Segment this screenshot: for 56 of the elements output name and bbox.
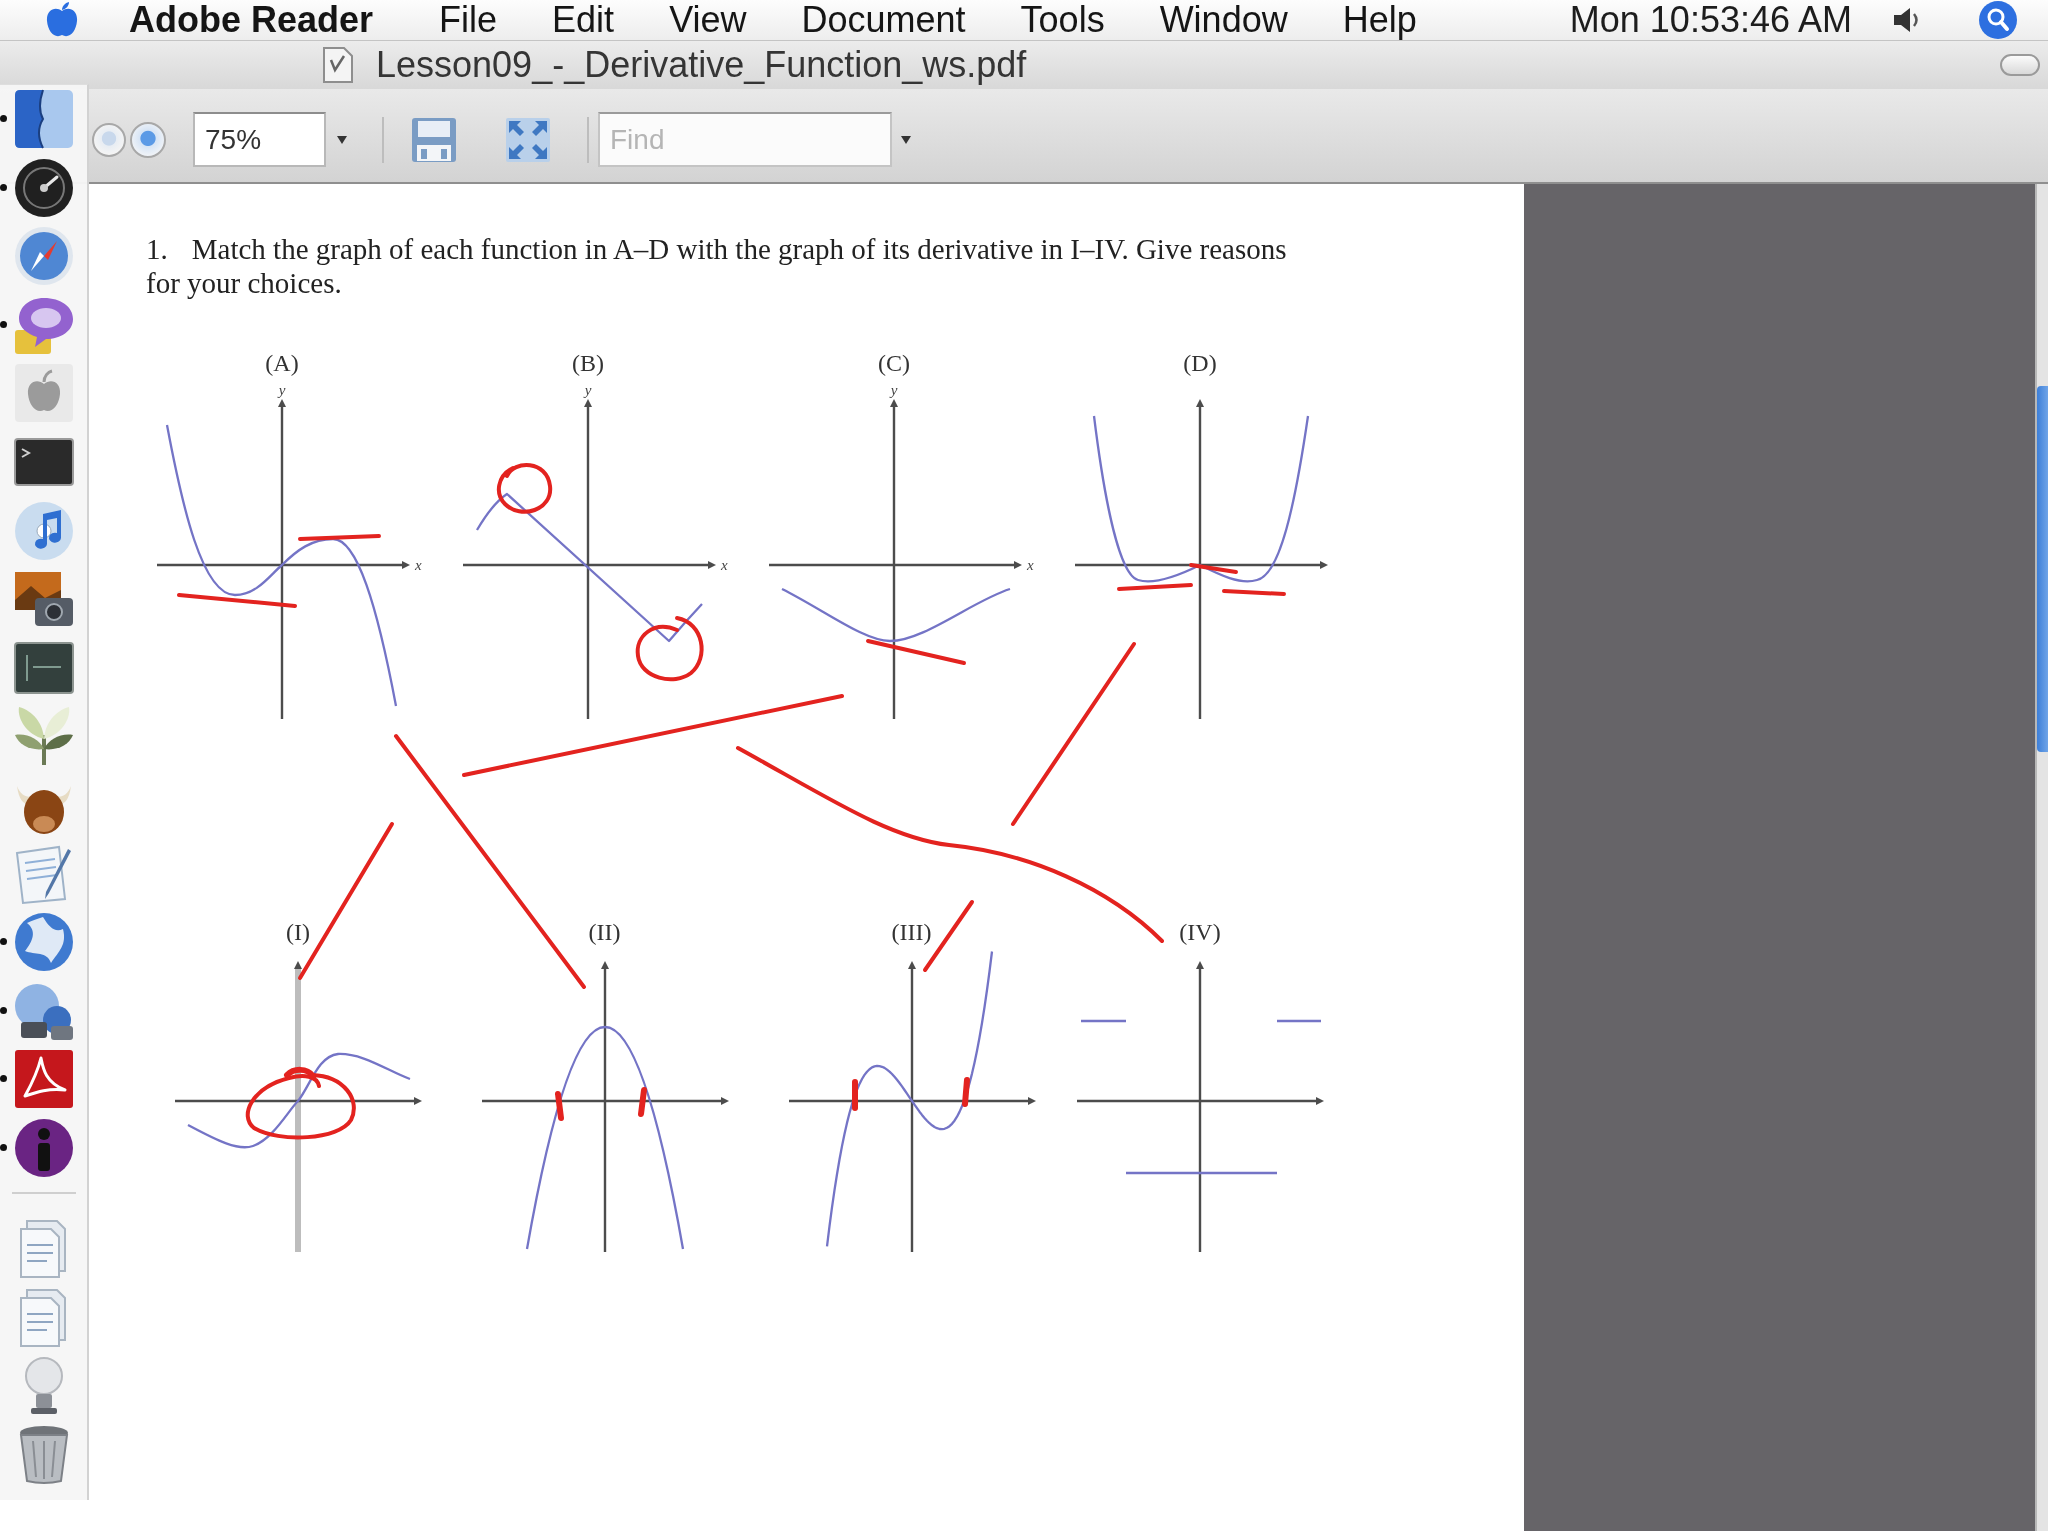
scrollbar-thumb[interactable] xyxy=(2037,386,2048,752)
menu-item[interactable]: Help xyxy=(1342,0,1417,40)
menu-item[interactable]: Tools xyxy=(1020,0,1105,40)
app-menu[interactable]: Adobe Reader xyxy=(129,0,374,40)
pen-tick xyxy=(962,1077,970,1107)
axis-label: x xyxy=(721,557,728,573)
pen-loop xyxy=(496,463,553,514)
graph-label: (III) xyxy=(891,918,932,947)
save-icon[interactable] xyxy=(411,116,457,163)
forward-button[interactable] xyxy=(130,121,166,158)
axis-label: y xyxy=(890,382,898,398)
search-icon[interactable] xyxy=(1978,1,2018,39)
caret-icon[interactable] xyxy=(901,135,911,144)
graph-label: (C) xyxy=(878,349,910,378)
menu-item[interactable]: Window xyxy=(1159,0,1288,40)
caret-icon[interactable] xyxy=(337,135,347,144)
apple-icon[interactable] xyxy=(12,362,75,425)
question-text: 1. Match the graph of each function in A–D with the graph of its derivative in I–IV. Give reasons for your choices. xyxy=(146,232,1288,300)
graph-label: (I) xyxy=(286,918,310,947)
gauge-icon[interactable] xyxy=(12,156,75,219)
compass-icon[interactable] xyxy=(12,225,75,288)
toolbar-toggle-button[interactable] xyxy=(2000,54,2040,76)
info-icon[interactable] xyxy=(12,1116,75,1179)
axis-label: x xyxy=(415,557,422,573)
pen-stroke xyxy=(1189,563,1238,574)
graph-label: (A) xyxy=(265,349,299,378)
graph-label: (B) xyxy=(572,349,604,378)
axis-label: y xyxy=(278,382,286,398)
menu-item[interactable]: View xyxy=(669,0,747,40)
menu-item[interactable]: File xyxy=(439,0,498,40)
pen-loop xyxy=(635,616,704,682)
pen-tick xyxy=(555,1091,564,1121)
menu-clock[interactable]: Mon 10:53:46 AM xyxy=(1569,0,1852,40)
window-title: Lesson09_-_Derivative_Function_ws.pdf xyxy=(376,43,1027,87)
plant-icon[interactable] xyxy=(12,705,75,768)
menu-item[interactable]: Edit xyxy=(552,0,615,40)
globe-icon[interactable] xyxy=(12,911,75,974)
scrollbar-track[interactable] xyxy=(2035,184,2048,1531)
graph-label: (II) xyxy=(588,918,621,947)
pen-stroke xyxy=(1222,589,1286,596)
split-square-icon[interactable] xyxy=(12,88,75,150)
graph-label: (IV) xyxy=(1179,918,1221,947)
pen-tick xyxy=(284,1066,316,1079)
pen-tick xyxy=(852,1079,858,1111)
music-disc-icon[interactable] xyxy=(12,499,75,562)
axis-label: y xyxy=(584,382,592,398)
axis-label: x xyxy=(1027,557,1034,573)
graph-label: (D) xyxy=(1183,349,1217,378)
menu-item[interactable]: Document xyxy=(801,0,966,40)
zoom-field[interactable]: 75% xyxy=(193,112,326,167)
document-icon xyxy=(322,46,354,84)
pen-tick xyxy=(638,1087,647,1117)
apple-icon[interactable] xyxy=(45,2,79,38)
find-field[interactable]: Find xyxy=(598,112,892,167)
pdf-reader-icon[interactable] xyxy=(12,1048,75,1111)
expand-arrows-icon[interactable] xyxy=(505,116,551,163)
